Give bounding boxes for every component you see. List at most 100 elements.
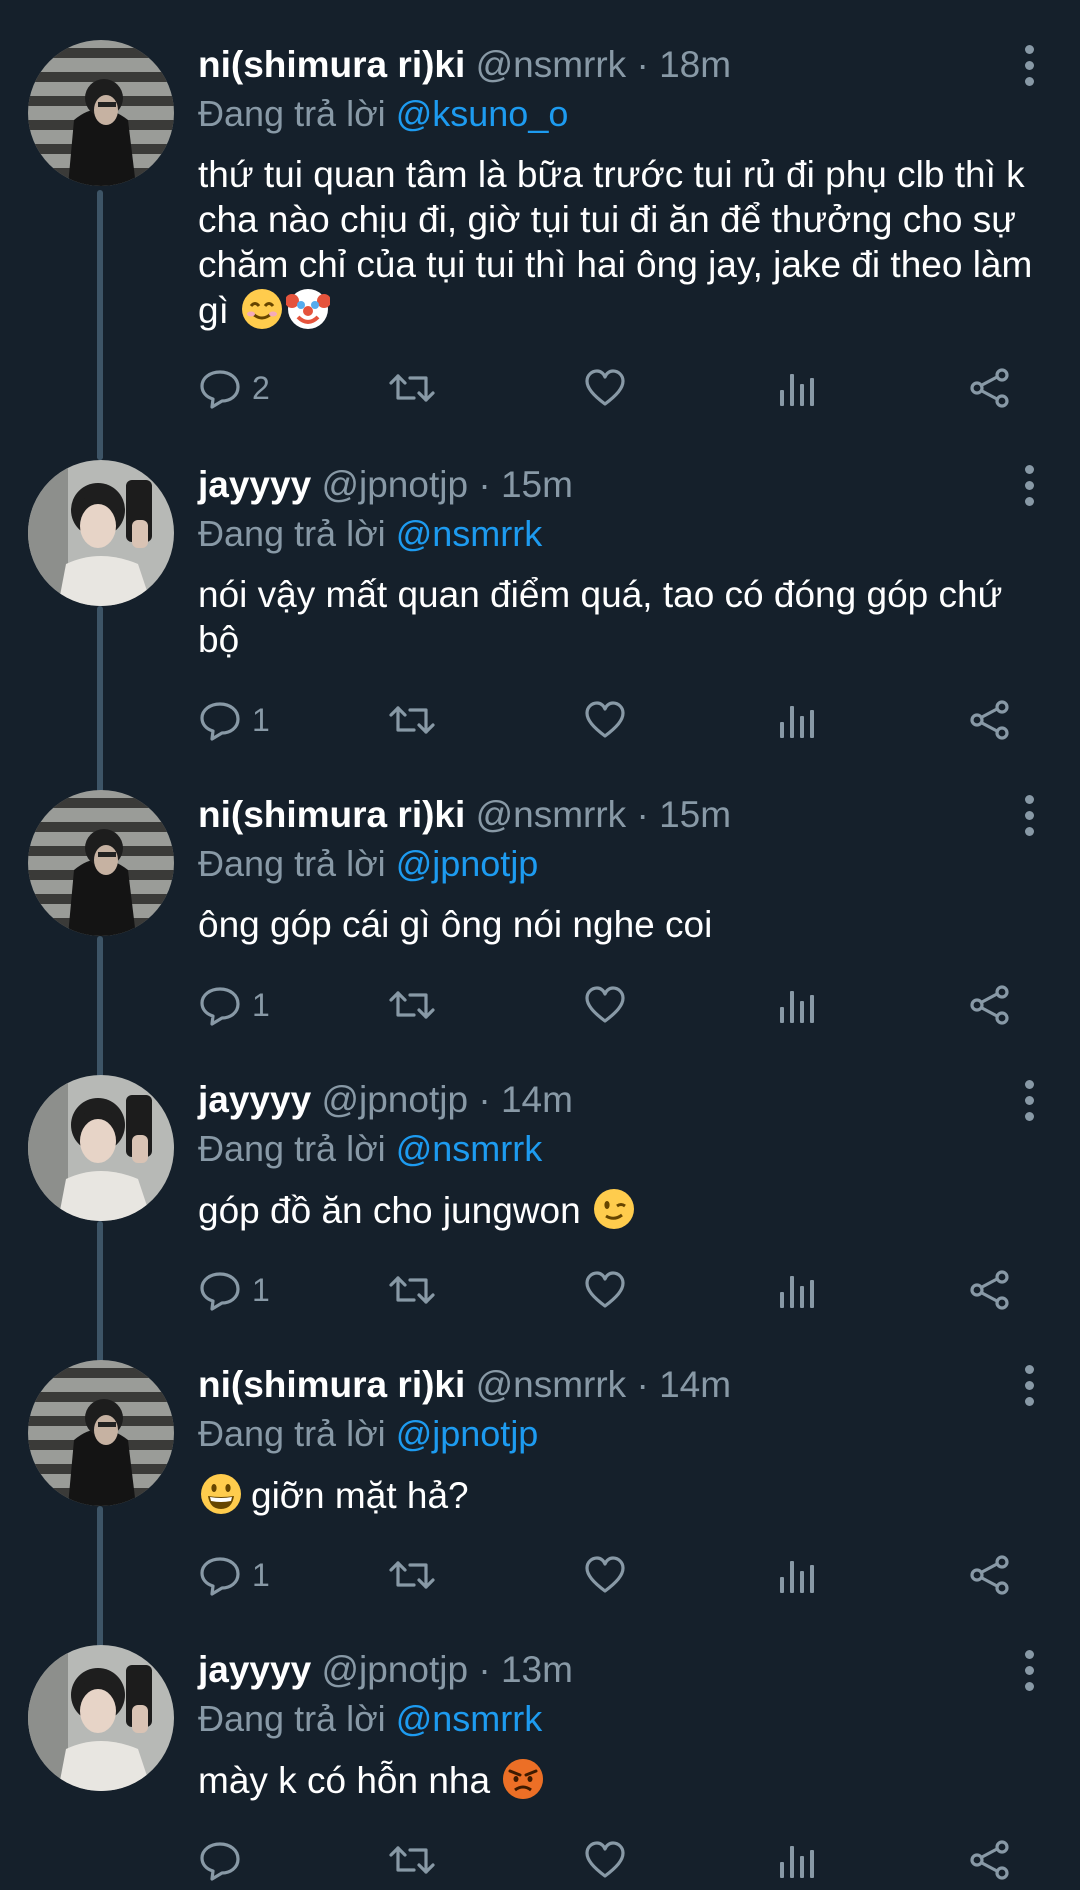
avatar[interactable] (28, 1075, 174, 1221)
tweet-text: ông góp cái gì ông nói nghe coi (198, 902, 1058, 947)
retweet-button[interactable] (388, 1545, 436, 1605)
avatar[interactable] (28, 460, 174, 606)
avatar[interactable] (28, 40, 174, 186)
retweet-button[interactable] (388, 1260, 436, 1320)
timestamp[interactable]: 13m (501, 1649, 573, 1690)
analytics-button[interactable] (776, 358, 816, 418)
display-name[interactable]: ni(shimura ri)ki (198, 1364, 465, 1405)
retweet-icon (389, 1276, 435, 1304)
tweet-text-content: giỡn mặt hả? (251, 1475, 469, 1516)
reply-button[interactable]: 1 (198, 975, 270, 1035)
timestamp[interactable]: 18m (659, 44, 731, 85)
mention-link[interactable]: @nsmrrk (396, 513, 543, 554)
share-icon (970, 1270, 1009, 1310)
more-options-icon[interactable] (1014, 460, 1044, 510)
tweet-text: thứ tui quan tâm là bữa trước tui rủ đi … (198, 152, 1058, 333)
analytics-icon (780, 991, 814, 1023)
tweet-text: giỡn mặt hả? (198, 1472, 1058, 1518)
like-button[interactable] (583, 358, 627, 418)
replying-to: Đang trả lời @jpnotjp (198, 1410, 538, 1458)
share-button[interactable] (968, 975, 1012, 1035)
like-button[interactable] (583, 1830, 627, 1890)
like-button[interactable] (583, 1260, 627, 1320)
more-options-icon[interactable] (1014, 1075, 1044, 1125)
separator-dot: · (478, 464, 491, 505)
user-handle[interactable]: @jpnotjp (321, 1079, 468, 1120)
tweet[interactable]: ni(shimura ri)ki @nsmrrk · 15m Đang trả … (0, 770, 1080, 1080)
retweet-icon (389, 706, 435, 734)
share-button[interactable] (968, 1830, 1012, 1890)
avatar[interactable] (28, 790, 174, 936)
share-button[interactable] (968, 358, 1012, 418)
user-handle[interactable]: @nsmrrk (476, 794, 627, 835)
retweet-icon (389, 1561, 435, 1589)
avatar[interactable] (28, 1645, 174, 1791)
user-handle[interactable]: @jpnotjp (321, 464, 468, 505)
display-name[interactable]: jayyyy (198, 1079, 311, 1120)
timestamp[interactable]: 15m (659, 794, 731, 835)
more-options-icon[interactable] (1014, 1645, 1044, 1695)
analytics-button[interactable] (776, 1830, 816, 1890)
reply-count: 1 (252, 1271, 270, 1308)
reply-icon (200, 1272, 240, 1311)
display-name[interactable]: ni(shimura ri)ki (198, 44, 465, 85)
more-options-icon[interactable] (1014, 790, 1044, 840)
replying-to: Đang trả lời @jpnotjp (198, 840, 538, 888)
mention-link[interactable]: @jpnotjp (396, 1413, 539, 1454)
tweet[interactable]: jayyyy @jpnotjp · 14m Đang trả lời @nsmr… (0, 1055, 1080, 1365)
more-options-icon[interactable] (1014, 1360, 1044, 1410)
tweet[interactable]: ni(shimura ri)ki @nsmrrk · 18m Đang trả … (0, 0, 1080, 460)
share-button[interactable] (968, 690, 1012, 750)
tweet[interactable]: ni(shimura ri)ki @nsmrrk · 14m Đang trả … (0, 1340, 1080, 1650)
share-icon (970, 700, 1009, 740)
analytics-button[interactable] (776, 1545, 816, 1605)
share-button[interactable] (968, 1260, 1012, 1320)
user-handle[interactable]: @nsmrrk (476, 44, 627, 85)
analytics-icon (780, 1561, 814, 1593)
tweet-actions: 1 (198, 1545, 1018, 1605)
retweet-button[interactable] (388, 975, 436, 1035)
timestamp[interactable]: 15m (501, 464, 573, 505)
user-handle[interactable]: @jpnotjp (321, 1649, 468, 1690)
display-name[interactable]: jayyyy (198, 464, 311, 505)
timestamp[interactable]: 14m (501, 1079, 573, 1120)
tweet[interactable]: jayyyy @jpnotjp · 13m Đang trả lời @nsmr… (0, 1625, 1080, 1890)
user-handle[interactable]: @nsmrrk (476, 1364, 627, 1405)
separator-dot: · (636, 1364, 649, 1405)
analytics-icon (780, 1276, 814, 1308)
retweet-button[interactable] (388, 358, 436, 418)
analytics-button[interactable] (776, 1260, 816, 1320)
like-button[interactable] (583, 1545, 627, 1605)
mention-link[interactable]: @ksuno_o (396, 93, 569, 134)
mention-link[interactable]: @jpnotjp (396, 843, 539, 884)
replying-to-label: Đang trả lời (198, 843, 386, 884)
retweet-icon (389, 374, 435, 402)
reply-button[interactable] (198, 1830, 252, 1890)
display-name[interactable]: ni(shimura ri)ki (198, 794, 465, 835)
share-button[interactable] (968, 1545, 1012, 1605)
replying-to-label: Đang trả lời (198, 513, 386, 554)
avatar[interactable] (28, 1360, 174, 1506)
mention-link[interactable]: @nsmrrk (396, 1698, 543, 1739)
retweet-button[interactable] (388, 1830, 436, 1890)
grinning-face-icon (201, 1474, 241, 1514)
display-name[interactable]: jayyyy (198, 1649, 311, 1690)
retweet-icon (389, 991, 435, 1019)
analytics-button[interactable] (776, 690, 816, 750)
more-options-icon[interactable] (1014, 40, 1044, 90)
reply-button[interactable]: 1 (198, 1260, 270, 1320)
tweet[interactable]: jayyyy @jpnotjp · 15m Đang trả lời @nsmr… (0, 420, 1080, 810)
reply-button[interactable]: 1 (198, 1545, 270, 1605)
like-button[interactable] (583, 975, 627, 1035)
reply-button[interactable]: 1 (198, 690, 270, 750)
mention-link[interactable]: @nsmrrk (396, 1128, 543, 1169)
retweet-icon (389, 1846, 435, 1874)
like-button[interactable] (583, 690, 627, 750)
reply-button[interactable]: 2 (198, 358, 270, 418)
timestamp[interactable]: 14m (659, 1364, 731, 1405)
replying-to: Đang trả lời @nsmrrk (198, 510, 542, 558)
replying-to: Đang trả lời @nsmrrk (198, 1125, 542, 1173)
reply-icon (200, 1842, 240, 1881)
retweet-button[interactable] (388, 690, 436, 750)
analytics-button[interactable] (776, 975, 816, 1035)
